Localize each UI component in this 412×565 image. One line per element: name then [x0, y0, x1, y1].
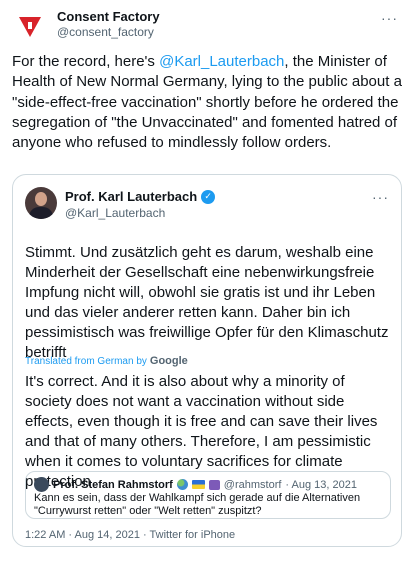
inner-quote-text: Kann es sein, dass der Wahlkampf sich ge…: [34, 492, 361, 517]
verified-badge-icon: ✓: [201, 189, 216, 204]
inner-author-name[interactable]: Prof. Stefan Rahmstorf: [53, 479, 173, 491]
inner-quote-header: Prof. Stefan Rahmstorf @rahmstorf · Aug …: [34, 477, 357, 492]
consent-factory-logo[interactable]: [12, 9, 48, 45]
avatar[interactable]: [34, 477, 49, 492]
inner-author-handle[interactable]: @rahmstorf: [224, 479, 282, 491]
avatar-face: [35, 192, 47, 206]
tweet-text-part: For the record, here's: [12, 53, 160, 70]
tweet-card: Consent Factory @consent_factory ··· For…: [0, 0, 412, 565]
quoted-author-handle[interactable]: @Karl_Lauterbach: [65, 206, 165, 220]
translation-label-text: Translated from German by: [25, 355, 147, 367]
avatar-body: [29, 207, 53, 219]
flag-emoji-icon: [191, 480, 205, 489]
quoted-tweet[interactable]: Prof. Karl Lauterbach ✓ @Karl_Lauterbach…: [12, 174, 402, 547]
original-text: Stimmt. Und zusätzlich geht es darum, we…: [25, 244, 389, 361]
google-logo: Google: [149, 355, 188, 367]
globe-emoji-icon: [176, 479, 188, 490]
tweet-text: For the record, here's @Karl_Lauterbach,…: [12, 52, 402, 153]
author-handle[interactable]: @consent_factory: [57, 25, 154, 39]
inner-quoted-tweet[interactable]: Prof. Stefan Rahmstorf @rahmstorf · Aug …: [25, 471, 391, 519]
inner-date: · Aug 13, 2021: [285, 478, 357, 491]
timestamp[interactable]: 1:22 AM · Aug 14, 2021 · Twitter for iPh…: [25, 529, 235, 541]
translation-label[interactable]: Translated from German by Google: [25, 355, 188, 367]
more-options-icon[interactable]: ···: [381, 10, 398, 26]
mention-link[interactable]: @Karl_Lauterbach: [159, 53, 284, 70]
more-options-icon[interactable]: ···: [372, 189, 389, 205]
author-name[interactable]: Consent Factory: [57, 9, 160, 24]
avatar[interactable]: [25, 187, 57, 219]
quoted-author-name[interactable]: Prof. Karl Lauterbach: [65, 189, 197, 204]
quoted-author-row: Prof. Karl Lauterbach ✓: [65, 189, 216, 204]
heart-emoji-icon: [208, 479, 220, 490]
